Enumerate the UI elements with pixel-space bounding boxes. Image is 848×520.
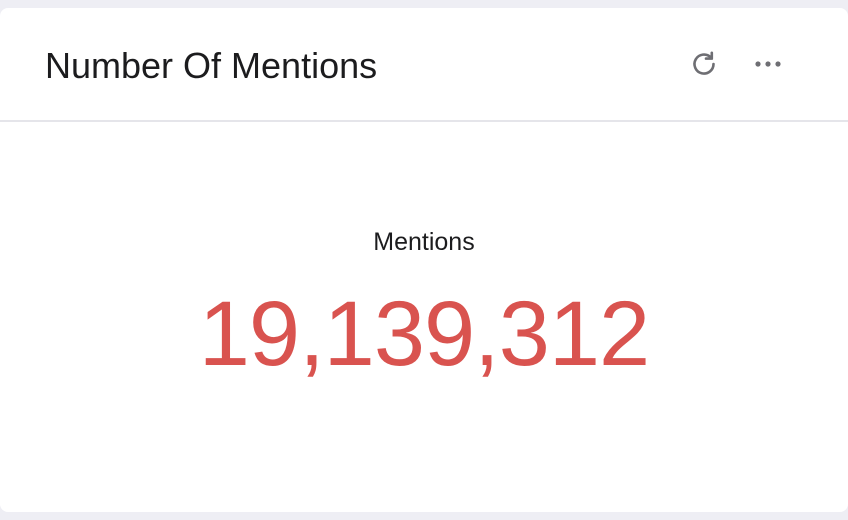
card-title: Number Of Mentions	[45, 45, 378, 86]
card-body: Mentions 19,139,312	[0, 122, 848, 512]
refresh-button[interactable]	[686, 48, 722, 84]
more-options-button[interactable]	[750, 48, 786, 84]
card-header: Number Of Mentions	[0, 8, 848, 122]
metric-label: Mentions	[373, 228, 475, 256]
metric-value: 19,139,312	[198, 283, 650, 385]
more-horizontal-icon	[751, 57, 785, 75]
mentions-card: Number Of Mentions Mentions 19,139,312	[0, 8, 848, 512]
refresh-icon	[689, 49, 719, 84]
